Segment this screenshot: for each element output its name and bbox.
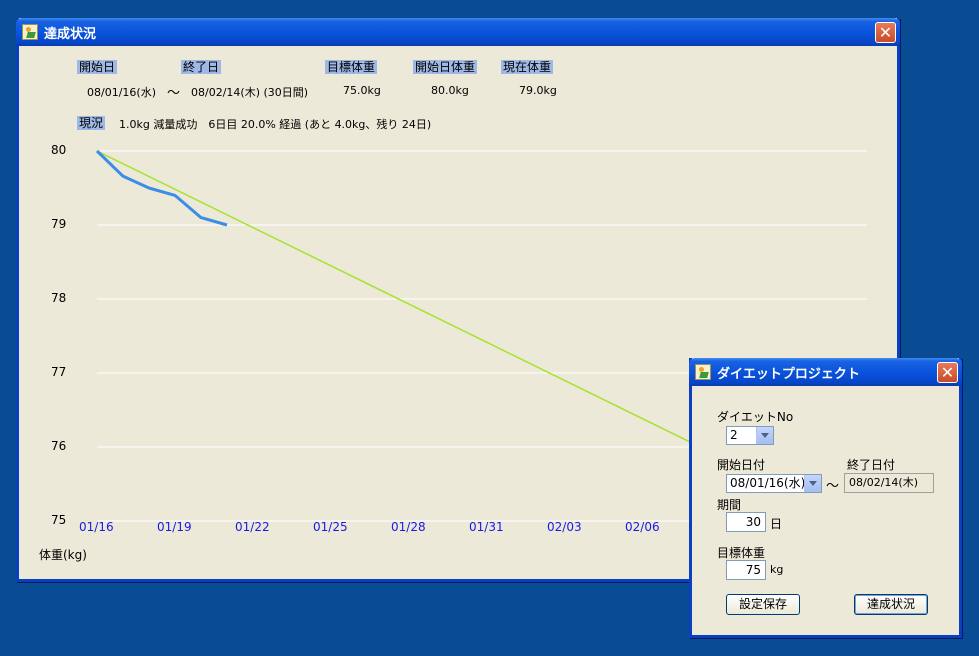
dialog-app-icon bbox=[695, 364, 711, 380]
diet-no-value: 2 bbox=[730, 428, 738, 442]
dialog-title: ダイエットプロジェクト bbox=[717, 366, 860, 382]
achievement-status-button[interactable]: 達成状況 bbox=[854, 594, 928, 615]
end-date-field: 08/02/14(木) bbox=[844, 473, 934, 493]
target-weight-label: 目標体重 bbox=[717, 546, 766, 560]
x-tick-label: 01/16 bbox=[79, 520, 114, 534]
y-tick-label: 78 bbox=[51, 291, 67, 305]
start-date-select-value: 08/01/16(水) bbox=[730, 476, 806, 490]
y-tick-label: 80 bbox=[51, 143, 67, 157]
diet-project-dialog: ダイエットプロジェクト ✕ ダイエットNo 2 開始日付 終了日付 08/01/… bbox=[689, 358, 962, 638]
x-tick-label: 02/06 bbox=[625, 520, 660, 534]
start-date-select[interactable]: 08/01/16(水) bbox=[726, 474, 822, 493]
end-date-label: 終了日付 bbox=[847, 458, 896, 472]
date-tilde: ～ bbox=[826, 479, 840, 494]
x-tick-label: 01/28 bbox=[391, 520, 426, 534]
x-tick-label: 01/19 bbox=[157, 520, 192, 534]
x-tick-label: 01/25 bbox=[313, 520, 348, 534]
target-weight-input[interactable]: 75 bbox=[726, 560, 766, 580]
end-date-field-value: 08/02/14(木) bbox=[849, 476, 918, 489]
x-tick-label: 02/03 bbox=[547, 520, 582, 534]
x-tick-label: 01/31 bbox=[469, 520, 504, 534]
y-tick-label: 75 bbox=[51, 513, 67, 527]
dialog-close-icon[interactable]: ✕ bbox=[937, 362, 958, 383]
period-input[interactable]: 30 bbox=[726, 512, 766, 532]
start-date-label: 開始日付 bbox=[717, 458, 766, 472]
actual-weight-line bbox=[95, 149, 228, 227]
diet-no-select[interactable]: 2 bbox=[726, 426, 774, 445]
y-tick-label: 76 bbox=[51, 439, 67, 453]
y-tick-label: 77 bbox=[51, 365, 67, 379]
save-settings-button[interactable]: 設定保存 bbox=[726, 594, 800, 615]
y-axis-title: 体重(kg) bbox=[39, 548, 87, 562]
target-weight-unit: kg bbox=[770, 563, 784, 576]
period-unit: 日 bbox=[770, 517, 783, 531]
dialog-titlebar[interactable]: ダイエットプロジェクト ✕ bbox=[689, 358, 962, 386]
period-label: 期間 bbox=[717, 498, 742, 512]
x-tick-label: 01/22 bbox=[235, 520, 270, 534]
period-input-value: 30 bbox=[745, 515, 761, 529]
y-tick-label: 79 bbox=[51, 217, 67, 231]
chevron-down-icon[interactable] bbox=[804, 475, 821, 492]
diet-no-label: ダイエットNo bbox=[717, 410, 794, 424]
target-weight-input-value: 75 bbox=[745, 563, 761, 577]
chevron-down-icon[interactable] bbox=[756, 427, 773, 444]
